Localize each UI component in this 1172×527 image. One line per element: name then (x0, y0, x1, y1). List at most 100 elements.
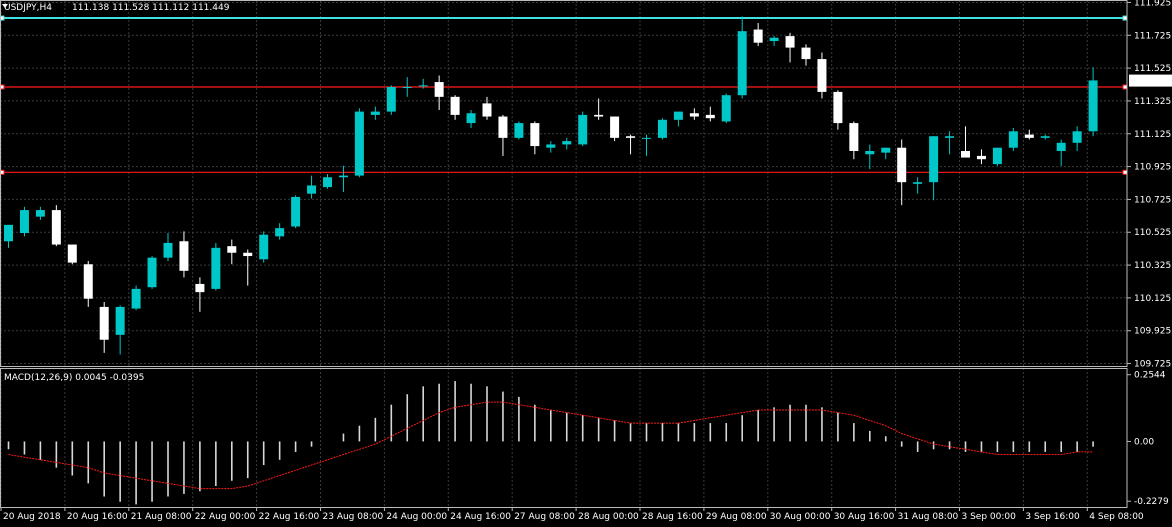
candle (673, 111, 683, 127)
price-tick-label: 110.125 (1134, 294, 1171, 304)
candle (769, 36, 779, 46)
chart-symbol: USDJPY,H4 (4, 3, 52, 13)
candle-body (386, 86, 396, 112)
candle (83, 260, 93, 307)
candle-body (482, 103, 492, 117)
candle-body (19, 210, 29, 234)
candle-body (227, 246, 237, 253)
candle-body (434, 82, 444, 97)
candle-body (179, 241, 189, 271)
candle-body (354, 111, 364, 176)
candle-body (243, 252, 253, 257)
candle-body (737, 31, 747, 96)
candle-body (817, 59, 827, 92)
candle-body (259, 234, 269, 260)
candle (259, 231, 269, 263)
candle-body (753, 29, 763, 43)
candle (1056, 139, 1066, 166)
candle-body (865, 150, 875, 155)
candle-body (291, 196, 301, 227)
candle-body (610, 116, 620, 138)
candle-body (945, 136, 955, 138)
candle-body (626, 136, 636, 138)
candle (610, 116, 620, 142)
candle (721, 93, 731, 124)
candle (753, 22, 763, 46)
price-tick-label: 109.725 (1134, 360, 1171, 370)
candle (51, 205, 61, 247)
candle (992, 147, 1002, 166)
time-tick-label: 24 Aug 00:00 (386, 512, 447, 522)
candle (785, 32, 795, 63)
candle (562, 137, 572, 150)
horizontal-line-handle[interactable] (1122, 15, 1128, 21)
time-tick-label: 23 Aug 08:00 (323, 512, 384, 522)
candle-body (578, 114, 588, 145)
candle (913, 177, 923, 194)
candle (498, 114, 508, 156)
candle (1072, 126, 1082, 151)
candle (578, 111, 588, 147)
candle-body (195, 283, 205, 293)
chart-canvas[interactable]: 111.925 111.725 111.525 111.325 111.125 110.9… (0, 0, 1172, 527)
candle (291, 195, 301, 229)
candle-body (705, 114, 715, 119)
candle-body (51, 210, 61, 245)
candle (466, 109, 476, 129)
candle-body (689, 113, 699, 117)
candle (195, 277, 205, 312)
candle-body (147, 257, 157, 288)
candle (801, 44, 811, 66)
macd-label: MACD(12,26,9) 0.0045 -0.0395 (4, 373, 144, 383)
price-tick-label: 110.525 (1134, 228, 1171, 238)
candle (307, 175, 317, 199)
time-tick-label: 24 Aug 16:00 (450, 512, 511, 522)
candle-body (1088, 80, 1098, 132)
candle-body (35, 210, 45, 217)
candle (689, 108, 699, 120)
candle-body (961, 150, 970, 158)
candle (275, 223, 285, 240)
candle-body (913, 182, 923, 184)
price-tick-label: 111.925 (1134, 0, 1171, 8)
time-tick-label: 31 Aug 08:00 (898, 512, 959, 522)
price-tick-label: 110.325 (1134, 261, 1171, 271)
candle-body (546, 144, 556, 148)
candle-body (514, 123, 524, 138)
candle-body (992, 147, 1002, 165)
horizontal-line-handle[interactable] (1122, 84, 1128, 90)
price-panel-frame (0, 0, 1128, 367)
candle (370, 106, 380, 120)
chart-ohlc: 111.138 111.528 111.112 111.449 (72, 3, 230, 13)
time-tick-label: 4 Sep 08:00 (1089, 512, 1144, 522)
axes: 111.925 111.725 111.525 111.325 111.125 110.9… (0, 0, 1172, 522)
candle-body (163, 242, 173, 258)
candle-body (211, 247, 221, 289)
candle-body (562, 141, 572, 145)
price-tick-label: 110.725 (1134, 195, 1171, 205)
candle (19, 206, 29, 237)
candle-body (4, 224, 13, 242)
candle-body (673, 111, 683, 120)
candle (881, 147, 891, 160)
candle (897, 139, 907, 206)
macd-panel (7, 381, 1094, 505)
candle-body (1040, 136, 1050, 138)
horizontal-line-handle[interactable] (1122, 169, 1128, 175)
candle-body (83, 264, 93, 299)
candle (817, 52, 827, 99)
time-tick-label: 30 Aug 16:00 (834, 512, 895, 522)
candle (1024, 129, 1034, 140)
candle (323, 173, 332, 189)
candle-body (849, 123, 859, 151)
candle (147, 256, 157, 289)
macd-tick-label: 0.00 (1134, 437, 1154, 447)
candle (530, 121, 540, 155)
candle (434, 75, 444, 110)
candle (546, 141, 556, 153)
time-tick-label: 28 Aug 16:00 (642, 512, 703, 522)
macd-tick-label: -0.2279 (1134, 497, 1169, 507)
time-tick-label: 22 Aug 00:00 (195, 512, 256, 522)
price-panel (0, 15, 1128, 355)
time-tick-label: 30 Aug 00:00 (770, 512, 831, 522)
